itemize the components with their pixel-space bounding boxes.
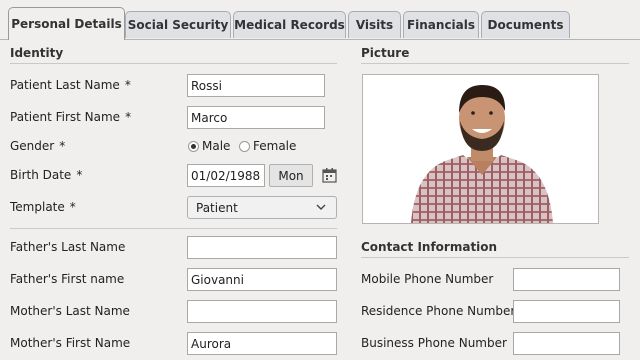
- mother-last-name-label: Mother's Last Name: [10, 304, 130, 318]
- gender-female-label: Female: [253, 139, 297, 153]
- required-marker: *: [59, 139, 66, 153]
- patient-first-name-label: Patient First Name *: [10, 110, 132, 124]
- mother-first-name-input[interactable]: [187, 332, 337, 355]
- gender-female-radio[interactable]: [239, 141, 250, 152]
- mother-last-name-input[interactable]: [187, 300, 337, 323]
- patient-photo[interactable]: [362, 74, 599, 224]
- birth-date-input[interactable]: [187, 164, 265, 187]
- tab-label: Financials: [406, 18, 476, 32]
- tab-personal-details[interactable]: Personal Details: [8, 7, 125, 40]
- gender-label: Gender *: [10, 139, 66, 153]
- mobile-phone-input[interactable]: [513, 268, 620, 291]
- residence-phone-label: Residence Phone Number: [361, 304, 516, 318]
- business-phone-label: Business Phone Number: [361, 336, 507, 350]
- picture-divider: [361, 63, 629, 64]
- contact-divider: [361, 257, 629, 258]
- identity-section-title: Identity: [10, 46, 64, 60]
- father-last-name-input[interactable]: [187, 236, 337, 259]
- birth-date-label: Birth Date *: [10, 168, 83, 182]
- patient-last-name-input[interactable]: [187, 74, 325, 97]
- tab-social-security[interactable]: Social Security: [125, 11, 231, 38]
- tab-label: Personal Details: [11, 17, 122, 31]
- required-marker: *: [124, 78, 131, 92]
- tab-financials[interactable]: Financials: [403, 11, 479, 38]
- required-marker: *: [76, 168, 83, 182]
- mother-first-name-label: Mother's First Name: [10, 336, 131, 350]
- chevron-down-icon: [316, 204, 326, 210]
- template-selected-value: Patient: [196, 201, 238, 215]
- calendar-icon[interactable]: [322, 167, 337, 183]
- identity-divider: [10, 63, 337, 64]
- father-first-name-input[interactable]: [187, 268, 337, 291]
- picture-section-title: Picture: [361, 46, 410, 60]
- father-last-name-label: Father's Last Name: [10, 240, 126, 254]
- required-marker: *: [125, 110, 132, 124]
- required-marker: *: [69, 200, 76, 214]
- patient-photo-image: [411, 85, 553, 223]
- template-label: Template *: [10, 200, 76, 214]
- patient-last-name-label: Patient Last Name *: [10, 78, 131, 92]
- tab-label: Social Security: [127, 18, 229, 32]
- tab-label: Medical Records: [234, 18, 345, 32]
- template-select[interactable]: Patient: [187, 196, 337, 219]
- residence-phone-input[interactable]: [513, 300, 620, 323]
- patient-first-name-input[interactable]: [187, 106, 325, 129]
- tab-documents[interactable]: Documents: [481, 11, 570, 38]
- parents-divider: [10, 228, 337, 229]
- tab-label: Documents: [487, 18, 564, 32]
- tab-visits[interactable]: Visits: [348, 11, 401, 38]
- gender-male-radio[interactable]: [188, 141, 199, 152]
- tab-label: Visits: [355, 18, 394, 32]
- weekday-display: Mon: [269, 164, 313, 187]
- gender-male-label: Male: [202, 139, 231, 153]
- business-phone-input[interactable]: [513, 332, 620, 355]
- mobile-phone-label: Mobile Phone Number: [361, 272, 494, 286]
- father-first-name-label: Father's First name: [10, 272, 125, 286]
- contact-section-title: Contact Information: [361, 240, 498, 254]
- tab-medical-records[interactable]: Medical Records: [233, 11, 346, 38]
- tab-bar: Personal Details Social Security Medical…: [0, 0, 640, 40]
